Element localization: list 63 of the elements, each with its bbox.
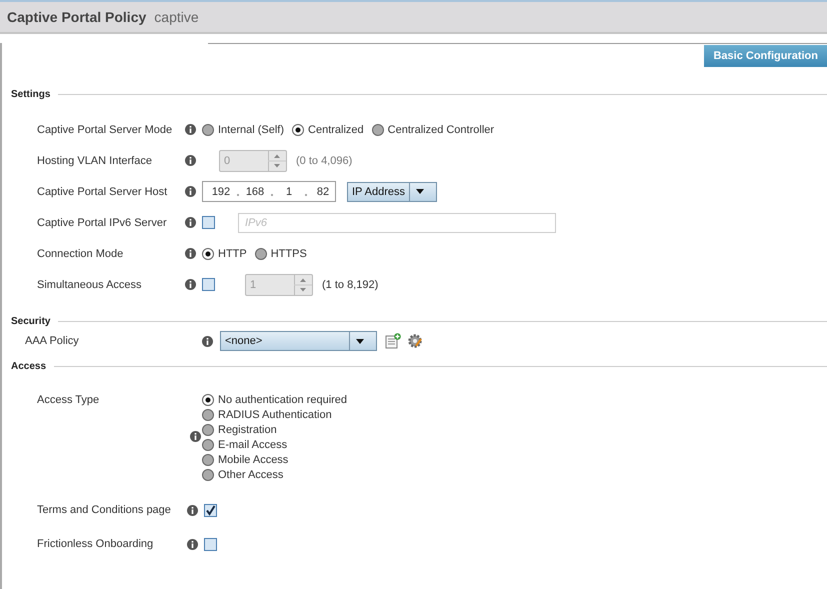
section-heading: Settings <box>11 89 50 100</box>
field-label: Simultaneous Access <box>37 278 143 290</box>
octet-separator <box>237 194 239 196</box>
info-icon[interactable] <box>190 430 201 442</box>
radio-label[interactable]: No authentication required <box>218 394 348 406</box>
info-icon[interactable] <box>187 504 198 516</box>
field-label: AAA Policy <box>25 335 80 347</box>
radio-button[interactable] <box>202 439 214 451</box>
section-heading: Access <box>11 361 46 372</box>
section-heading: Security <box>11 316 50 327</box>
radio-button[interactable] <box>292 124 304 136</box>
field-label: Terms and Conditions page <box>37 504 172 516</box>
radio-label[interactable]: E-mail Access <box>218 439 288 451</box>
info-icon[interactable] <box>185 155 196 166</box>
checkbox[interactable] <box>204 538 217 550</box>
field-label: Captive Portal Server Host <box>37 186 168 198</box>
radio-button[interactable] <box>372 124 384 136</box>
info-icon[interactable] <box>187 538 198 550</box>
radio-button[interactable] <box>202 394 214 406</box>
policy-name: captive <box>154 9 199 25</box>
field-label: Captive Portal IPv6 Server <box>37 216 168 228</box>
dropdown-caret-icon <box>356 338 364 344</box>
page-title: Captive Portal Policy <box>7 9 146 25</box>
ipv6-field[interactable]: IPv6 <box>238 212 556 232</box>
radio-button[interactable] <box>202 424 214 436</box>
dropdown-caret-icon <box>416 189 424 194</box>
aaa-policy-dropdown[interactable]: <none> <box>220 331 377 351</box>
radio-label[interactable]: Mobile Access <box>218 454 288 466</box>
field-label: Captive Portal Server Mode <box>37 124 174 136</box>
field-label: Connection Mode <box>37 248 124 260</box>
range-hint: (1 to 8,192) <box>322 278 378 290</box>
radio-label[interactable]: HTTPS <box>270 248 307 260</box>
radio-label[interactable]: Internal (Self) <box>218 124 284 136</box>
new-document-icon[interactable] <box>385 333 401 349</box>
radio-button[interactable] <box>202 469 214 481</box>
checkbox[interactable] <box>204 504 217 516</box>
checkbox[interactable] <box>202 216 215 229</box>
info-icon[interactable] <box>202 336 213 346</box>
info-icon[interactable] <box>185 217 196 228</box>
radio-label[interactable]: Registration <box>218 424 277 436</box>
address-type-dropdown[interactable]: IP Address <box>347 182 437 202</box>
radio-label[interactable]: Centralized <box>308 124 364 136</box>
radio-button[interactable] <box>202 248 214 260</box>
field-label: Frictionless Onboarding <box>37 538 154 550</box>
radio-button[interactable] <box>202 124 214 136</box>
settings-icon[interactable] <box>407 333 423 349</box>
radio-label[interactable]: Other Access <box>218 469 284 481</box>
radio-label[interactable]: Centralized Controller <box>388 124 494 136</box>
radio-button[interactable] <box>202 454 214 466</box>
range-hint: (0 to 4,096) <box>296 154 352 166</box>
info-icon[interactable] <box>185 279 196 290</box>
ip-address-field[interactable]: 192 168 1 82 <box>202 181 336 202</box>
radio-button[interactable] <box>202 409 214 421</box>
field-label: Hosting VLAN Interface <box>37 154 153 166</box>
info-icon[interactable] <box>185 124 196 135</box>
info-icon[interactable] <box>185 186 196 197</box>
octet-separator <box>271 194 273 196</box>
field-label: Access Type <box>37 394 100 408</box>
octet-separator <box>305 194 307 196</box>
info-icon[interactable] <box>185 248 196 259</box>
radio-label[interactable]: RADIUS Authentication <box>218 409 332 421</box>
radio-label[interactable]: HTTP <box>218 248 247 260</box>
radio-button[interactable] <box>254 248 267 260</box>
